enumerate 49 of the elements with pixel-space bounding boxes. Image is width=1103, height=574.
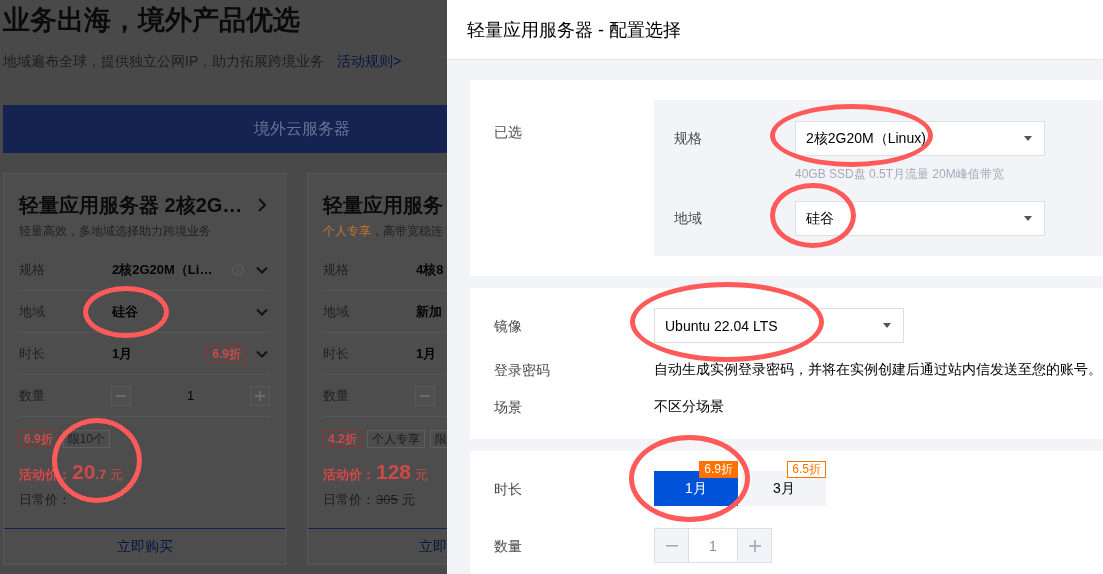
field-label: 场景 <box>494 398 523 417</box>
quantity-input[interactable]: 1 <box>131 388 250 403</box>
dropdown-select[interactable]: 2核2G20M（Linux) <box>795 121 1045 156</box>
chevron-down-icon[interactable] <box>256 265 268 274</box>
discount-tag: 4.2折 <box>323 430 362 448</box>
field-label: 登录密码 <box>494 361 551 380</box>
field-value: 不区分场景 <box>654 398 724 416</box>
minus-icon <box>665 544 678 547</box>
decrement-button[interactable] <box>111 385 131 406</box>
decrement-button[interactable] <box>415 385 435 406</box>
plus-icon <box>748 539 761 552</box>
chevron-down-icon[interactable] <box>256 349 268 358</box>
increment-button[interactable] <box>250 385 270 406</box>
field-value: 硅谷 <box>112 302 138 321</box>
field-value: 1月 <box>416 344 437 363</box>
dropdown-select[interactable]: Ubuntu 22.04 LTS <box>654 308 904 343</box>
sale-price: 128 元 <box>376 465 429 482</box>
rules-link[interactable]: 活动规则> <box>337 53 402 71</box>
caret-down-icon <box>1024 136 1032 141</box>
caret-down-icon <box>1024 216 1032 221</box>
sale-price: 20.7 元 <box>72 465 124 482</box>
discount-tag: 6.9折 <box>19 430 58 448</box>
page-title: 业务出海，境外产品优选 <box>3 4 301 37</box>
field-label: 镜像 <box>494 316 523 336</box>
card-title: 轻量应用服务器 2核2G… <box>19 193 243 218</box>
chevron-down-icon[interactable] <box>256 307 268 316</box>
dropdown-select[interactable]: 硅谷 <box>795 201 1045 236</box>
discount-badge: 6.5折 <box>787 461 826 478</box>
field-label: 规格 <box>674 129 703 148</box>
field-value: 2核2G20M（Li… <box>112 260 213 279</box>
field-value: 1月 <box>112 344 133 363</box>
spec-hint: 40GB SSD盘 0.5T月流量 20M峰值带宽 <box>795 166 1005 183</box>
sale-price-label: 活动价： <box>323 466 376 484</box>
chevron-right-icon[interactable] <box>258 198 266 212</box>
discount-tag: 6.9折 <box>207 344 246 363</box>
field-value: 新加 <box>416 302 442 321</box>
field-label: 时长 <box>494 479 523 499</box>
field-label: 地域 <box>674 209 703 228</box>
drawer-title: 轻量应用服务器 - 配置选择 <box>467 18 681 42</box>
card-title: 轻量应用服务 <box>323 193 443 218</box>
field-value: 4核8 <box>416 260 444 279</box>
quantity-input[interactable]: 1 <box>689 528 737 563</box>
section-label: 已选 <box>494 123 523 142</box>
plus-icon <box>255 390 265 401</box>
field-label: 数量 <box>494 536 523 556</box>
field-value: 自动生成实例登录密码，并将在实例创建后通过站内信发送至您的账号。 <box>654 361 1102 379</box>
category-tab[interactable]: 境外云服务器 <box>3 105 447 153</box>
discount-badge: 6.9折 <box>699 461 738 478</box>
caret-down-icon <box>883 323 891 328</box>
